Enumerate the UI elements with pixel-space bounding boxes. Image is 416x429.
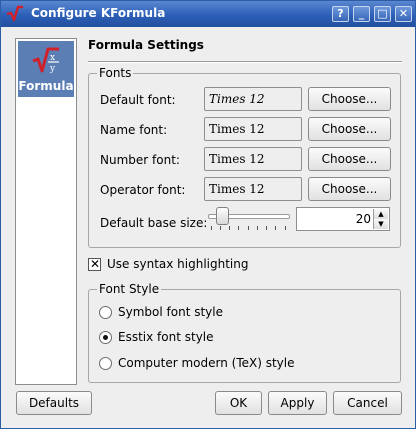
computer-modern-style-radio[interactable]	[99, 357, 112, 370]
choose-default-font-button[interactable]: Choose...	[308, 87, 391, 111]
checkbox-check-icon: ✕	[89, 257, 101, 271]
sidebar-item-formula[interactable]: x y Formula	[18, 41, 74, 97]
default-font-label: Default font:	[100, 93, 176, 107]
window-title: Configure KFormula	[31, 6, 166, 20]
number-font-preview: Times 12	[204, 147, 302, 171]
title-divider	[88, 61, 402, 63]
svg-text:y: y	[49, 64, 56, 74]
apply-button[interactable]: Apply	[268, 391, 327, 415]
sidebar-item-label: Formula	[18, 79, 74, 93]
number-font-label: Number font:	[100, 153, 180, 167]
base-size-value[interactable]: 20	[356, 212, 371, 226]
spin-down-arrow-icon[interactable]: ▼	[373, 219, 388, 229]
ok-button[interactable]: OK	[215, 391, 262, 415]
operator-font-label: Operator font:	[100, 183, 186, 197]
cancel-button[interactable]: Cancel	[333, 391, 402, 415]
base-size-spinbox[interactable]: 20 ▲ ▼	[296, 207, 390, 231]
choose-name-font-button[interactable]: Choose...	[308, 117, 391, 141]
base-size-slider-handle[interactable]	[216, 207, 229, 225]
kformula-app-icon	[6, 5, 23, 22]
page-list: x y Formula	[15, 38, 77, 385]
font-style-group-title: Font Style	[97, 282, 162, 296]
symbol-font-style-radio[interactable]	[99, 306, 112, 319]
fonts-group-title: Fonts	[97, 66, 134, 80]
title-bar[interactable]: Configure KFormula ? _ □ ✕	[1, 1, 415, 27]
kformula-icon: x y	[32, 47, 59, 74]
symbol-font-style-label[interactable]: Symbol font style	[118, 305, 223, 319]
computer-modern-style-label[interactable]: Computer modern (TeX) style	[118, 356, 295, 370]
base-size-label: Default base size:	[100, 216, 208, 230]
choose-number-font-button[interactable]: Choose...	[308, 147, 391, 171]
defaults-button[interactable]: Defaults	[16, 391, 92, 415]
base-size-slider-ticks	[211, 226, 287, 230]
page-title: Formula Settings	[88, 38, 204, 52]
syntax-highlighting-checkbox[interactable]: ✕	[88, 257, 101, 271]
syntax-highlighting-label[interactable]: Use syntax highlighting	[107, 257, 248, 271]
help-button[interactable]: ?	[332, 6, 349, 22]
close-button[interactable]: ✕	[395, 6, 412, 22]
esstix-font-style-radio[interactable]	[99, 331, 112, 344]
choose-operator-font-button[interactable]: Choose...	[308, 177, 391, 201]
esstix-font-style-label[interactable]: Esstix font style	[118, 330, 214, 344]
default-font-preview: Times 12	[204, 87, 302, 111]
operator-font-preview: Times 12	[204, 177, 302, 201]
minimize-button[interactable]: _	[353, 6, 370, 22]
spin-up-arrow-icon[interactable]: ▲	[373, 209, 388, 219]
configure-dialog: Configure KFormula ? _ □ ✕ x y Formula F…	[0, 0, 416, 429]
radio-selected-dot	[103, 335, 108, 340]
name-font-label: Name font:	[100, 123, 168, 137]
maximize-button[interactable]: □	[374, 6, 391, 22]
name-font-preview: Times 12	[204, 117, 302, 141]
